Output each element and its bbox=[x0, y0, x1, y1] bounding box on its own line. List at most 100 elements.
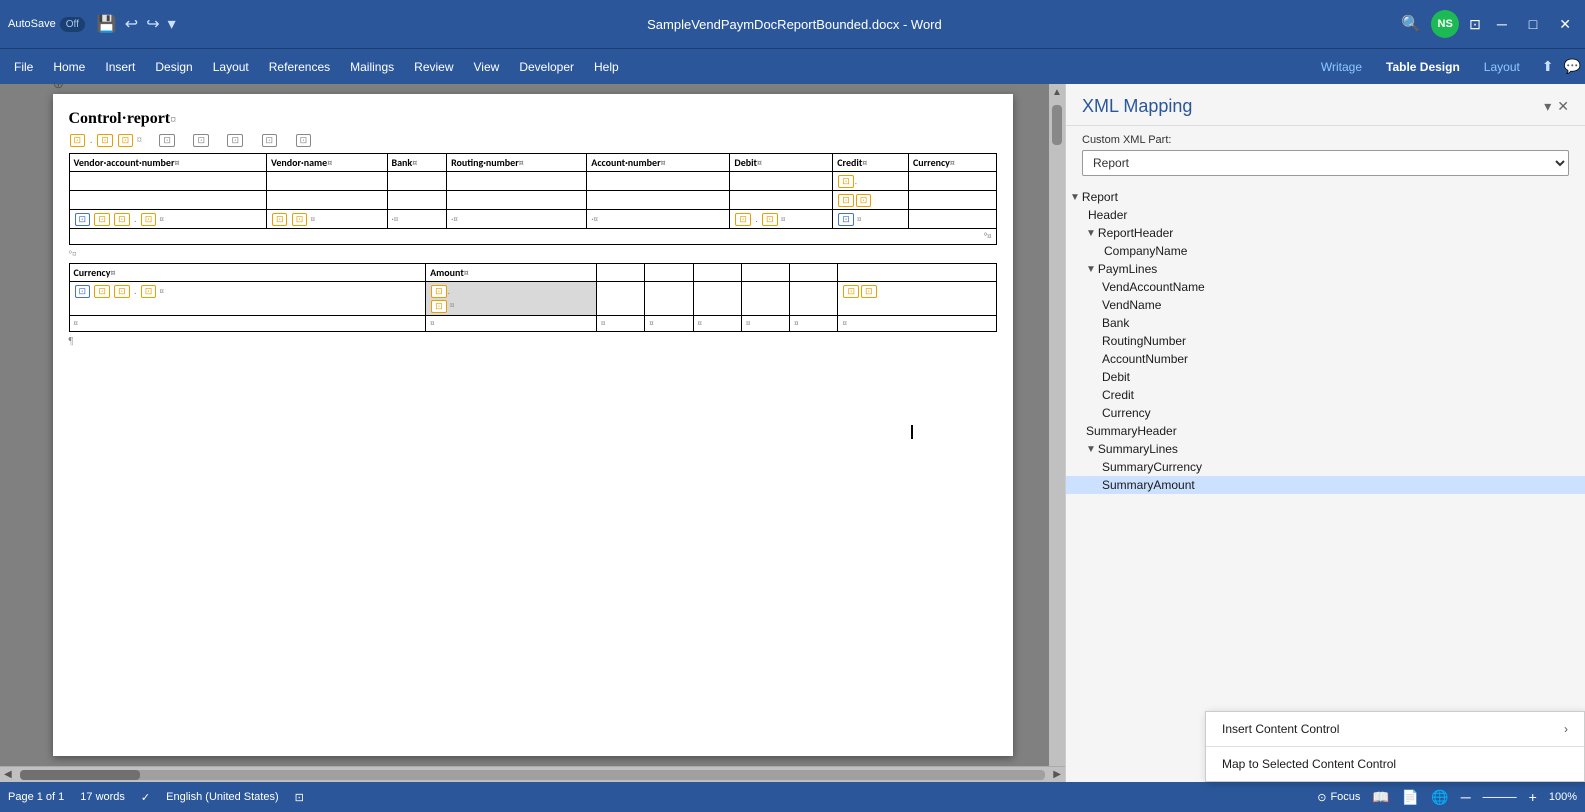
cc-credit-2[interactable]: ⊡ bbox=[838, 194, 854, 207]
document-scroll[interactable]: ⊕ Control·report¤ ⊡ . ⊡ ⊡ ¤ ⊡ ⊡ bbox=[0, 84, 1065, 766]
cc-sc-4[interactable]: ⊡ bbox=[141, 285, 157, 298]
menu-view[interactable]: View bbox=[464, 56, 510, 78]
cc-vn-2[interactable]: ⊡ bbox=[292, 213, 308, 226]
cc-tag-2[interactable]: ⊡ bbox=[97, 134, 113, 147]
search-icon[interactable]: 🔍 bbox=[1401, 14, 1421, 34]
tree-routingnumber[interactable]: RoutingNumber bbox=[1066, 332, 1585, 350]
tree-reportheader[interactable]: ▼ ReportHeader bbox=[1066, 224, 1585, 242]
cc-tag-1[interactable]: ⊡ bbox=[70, 134, 86, 147]
ribbon-display-icon[interactable]: ⊡ bbox=[1469, 16, 1481, 33]
zoom-out-btn[interactable]: ─ bbox=[1461, 789, 1471, 805]
scroll-thumb[interactable] bbox=[1052, 105, 1062, 145]
tree-summaryheader[interactable]: SummaryHeader bbox=[1066, 422, 1585, 440]
expand-icon-paymlines[interactable]: ▼ bbox=[1086, 264, 1096, 275]
custom-part-select[interactable]: Report bbox=[1082, 150, 1569, 176]
menu-file[interactable]: File bbox=[4, 56, 43, 78]
tree-summarycurrency[interactable]: SummaryCurrency bbox=[1066, 458, 1585, 476]
expand-icon-summarylines[interactable]: ▼ bbox=[1086, 444, 1096, 455]
tree-header[interactable]: Header bbox=[1066, 206, 1585, 224]
page-info[interactable]: Page 1 of 1 bbox=[8, 791, 64, 803]
cc-sc-1[interactable]: ⊡ bbox=[75, 285, 91, 298]
cc-d-1[interactable]: ⊡ bbox=[735, 213, 751, 226]
menu-references[interactable]: References bbox=[259, 56, 340, 78]
cc-tag-8[interactable]: ⊡ bbox=[296, 134, 312, 147]
menu-developer[interactable]: Developer bbox=[509, 56, 584, 78]
cc-va-3[interactable]: ⊡ bbox=[114, 213, 130, 226]
zoom-slider[interactable]: ──── bbox=[1483, 790, 1517, 804]
xml-tree[interactable]: ▼ Report Header ▼ ReportHeader CompanyNa… bbox=[1066, 184, 1585, 782]
menu-table-design[interactable]: Table Design bbox=[1376, 56, 1470, 78]
menu-help[interactable]: Help bbox=[584, 56, 629, 78]
language[interactable]: English (United States) bbox=[166, 791, 279, 803]
menu-mailings[interactable]: Mailings bbox=[340, 56, 404, 78]
tree-companyname[interactable]: CompanyName bbox=[1066, 242, 1585, 260]
dropdown-icon[interactable]: ▾ bbox=[168, 14, 176, 34]
tree-summaryamount[interactable]: SummaryAmount bbox=[1066, 476, 1585, 494]
cc-credit-1[interactable]: ⊡ bbox=[838, 175, 854, 188]
vertical-scrollbar[interactable]: ▲ bbox=[1049, 84, 1065, 766]
cc-sc-2[interactable]: ⊡ bbox=[94, 285, 110, 298]
panel-close-btn[interactable]: ✕ bbox=[1557, 98, 1569, 115]
autosave-toggle[interactable]: Off bbox=[60, 17, 85, 32]
tree-debit[interactable]: Debit bbox=[1066, 368, 1585, 386]
undo-icon[interactable]: ↩ bbox=[125, 14, 138, 34]
web-view-btn[interactable]: 🌐 bbox=[1431, 789, 1448, 806]
cc-va-2[interactable]: ⊡ bbox=[94, 213, 110, 226]
redo-icon[interactable]: ↪ bbox=[146, 14, 159, 34]
minimize-button[interactable]: ─ bbox=[1491, 16, 1513, 32]
track-changes-icon[interactable]: ⊡ bbox=[295, 791, 304, 804]
focus-btn[interactable]: ⊙ Focus bbox=[1317, 791, 1360, 804]
cc-tag-4[interactable]: ⊡ bbox=[159, 134, 175, 147]
menu-writage[interactable]: Writage bbox=[1311, 56, 1372, 78]
read-view-btn[interactable]: 📖 bbox=[1372, 789, 1389, 806]
expand-icon-reportheader[interactable]: ▼ bbox=[1086, 228, 1096, 239]
tree-currency[interactable]: Currency bbox=[1066, 404, 1585, 422]
cc-tag-7[interactable]: ⊡ bbox=[262, 134, 278, 147]
ctx-map-to-control[interactable]: Map to Selected Content Control bbox=[1206, 747, 1584, 781]
menu-layout-right[interactable]: Layout bbox=[1474, 56, 1530, 78]
cc-tag-6[interactable]: ⊡ bbox=[227, 134, 243, 147]
cc-d-2[interactable]: ⊡ bbox=[762, 213, 778, 226]
print-view-btn[interactable]: 📄 bbox=[1402, 789, 1419, 806]
tree-credit[interactable]: Credit bbox=[1066, 386, 1585, 404]
comments-icon[interactable]: 💬 bbox=[1564, 58, 1581, 75]
scroll-up-arrow[interactable]: ▲ bbox=[1049, 84, 1065, 101]
scroll-thumb-h[interactable] bbox=[20, 770, 140, 780]
panel-dropdown-btn[interactable]: ▾ bbox=[1544, 98, 1551, 115]
close-button[interactable]: ✕ bbox=[1553, 16, 1577, 33]
cc-sa-2[interactable]: ⊡ bbox=[431, 300, 447, 313]
scroll-right-arrow[interactable]: ▶ bbox=[1049, 767, 1065, 782]
menu-layout[interactable]: Layout bbox=[203, 56, 259, 78]
cc-tag-5[interactable]: ⊡ bbox=[193, 134, 209, 147]
menu-home[interactable]: Home bbox=[43, 56, 95, 78]
expand-icon-report[interactable]: ▼ bbox=[1070, 192, 1080, 203]
cc-vn-1[interactable]: ⊡ bbox=[272, 213, 288, 226]
tree-accountnumber[interactable]: AccountNumber bbox=[1066, 350, 1585, 368]
cc-tag-3[interactable]: ⊡ bbox=[118, 134, 134, 147]
tree-summarylines[interactable]: ▼ SummaryLines bbox=[1066, 440, 1585, 458]
tree-paymlines[interactable]: ▼ PaymLines bbox=[1066, 260, 1585, 278]
horizontal-scrollbar[interactable]: ◀ ▶ bbox=[0, 766, 1065, 782]
menu-design[interactable]: Design bbox=[145, 56, 202, 78]
avatar[interactable]: NS bbox=[1431, 10, 1459, 38]
move-handle[interactable]: ⊕ bbox=[53, 84, 65, 93]
menu-review[interactable]: Review bbox=[404, 56, 463, 78]
share-icon[interactable]: ⬆ bbox=[1542, 58, 1554, 75]
word-count[interactable]: 17 words bbox=[80, 791, 125, 803]
tree-report[interactable]: ▼ Report bbox=[1066, 188, 1585, 206]
cc-end-1[interactable]: ⊡ bbox=[843, 285, 859, 298]
tree-vendname[interactable]: VendName bbox=[1066, 296, 1585, 314]
menu-insert[interactable]: Insert bbox=[95, 56, 145, 78]
tree-vendaccountname[interactable]: VendAccountName bbox=[1066, 278, 1585, 296]
cc-va-4[interactable]: ⊡ bbox=[141, 213, 157, 226]
tree-bank[interactable]: Bank bbox=[1066, 314, 1585, 332]
cc-cr-1[interactable]: ⊡ bbox=[838, 213, 854, 226]
proofing-icon[interactable]: ✓ bbox=[141, 791, 150, 804]
save-icon[interactable]: 💾 bbox=[97, 14, 117, 34]
ctx-insert-content-control[interactable]: Insert Content Control › bbox=[1206, 712, 1584, 746]
cc-va-1[interactable]: ⊡ bbox=[75, 213, 91, 226]
maximize-button[interactable]: □ bbox=[1523, 16, 1543, 32]
zoom-in-btn[interactable]: + bbox=[1529, 789, 1537, 805]
scroll-track[interactable] bbox=[20, 770, 1046, 780]
cc-sa-1[interactable]: ⊡ bbox=[431, 285, 447, 298]
